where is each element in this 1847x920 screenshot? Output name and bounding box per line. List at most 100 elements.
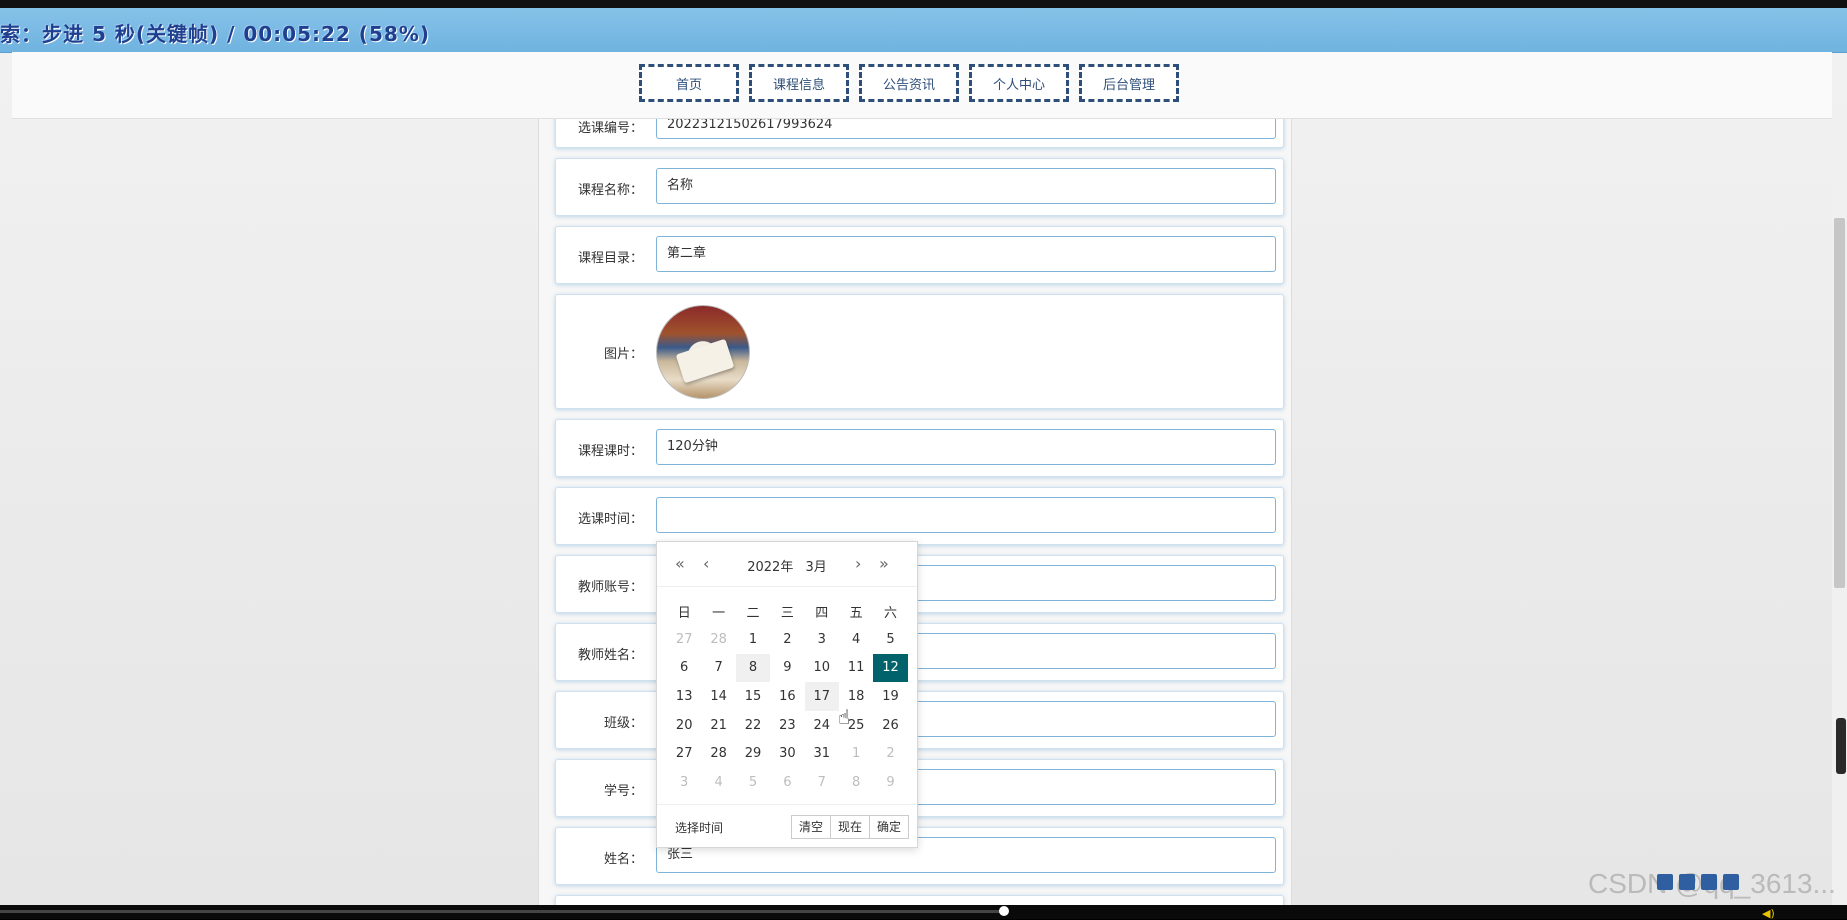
nav-announcements[interactable]: 公告资讯: [859, 64, 959, 102]
side-handle[interactable]: [1836, 718, 1846, 774]
tray-icon[interactable]: [1701, 874, 1717, 890]
form-row-next: [555, 895, 1284, 905]
field-label: 教师姓名：: [577, 648, 643, 663]
next-month-icon[interactable]: ›: [855, 554, 861, 573]
day-cell[interactable]: 4: [839, 625, 873, 654]
date-picker-buttons: 清空 现在 确定: [790, 815, 909, 839]
weekday-label: 一: [712, 606, 726, 621]
nav-admin[interactable]: 后台管理: [1079, 64, 1179, 102]
day-cell[interactable]: 21: [701, 711, 735, 740]
course-image[interactable]: [656, 305, 750, 399]
day-cell[interactable]: 6: [770, 768, 804, 797]
day-cell[interactable]: 6: [667, 654, 701, 683]
nav-menu: 首页 课程信息 公告资讯 个人中心 后台管理: [639, 64, 1179, 102]
tray-icon[interactable]: [1657, 874, 1673, 890]
weekday-label: 四: [815, 606, 829, 621]
volume-icon[interactable]: ◀): [1762, 907, 1775, 920]
day-cell[interactable]: 15: [736, 682, 770, 711]
next-year-icon[interactable]: »: [879, 554, 889, 573]
date-picker-header: « ‹ 2022年 3月 › »: [657, 542, 917, 587]
field-label: 选课编号：: [577, 121, 643, 136]
day-cell[interactable]: 28: [701, 625, 735, 654]
day-cell[interactable]: 29: [736, 739, 770, 768]
day-cell[interactable]: 3: [805, 625, 839, 654]
select-time-link[interactable]: 选择时间: [675, 819, 723, 836]
form-row-course-catalog: 课程目录： 第二章: [555, 226, 1284, 284]
nav-personal-center[interactable]: 个人中心: [969, 64, 1069, 102]
weekday-label: 五: [849, 606, 863, 621]
book-illustration: [675, 338, 735, 384]
scroll-thumb[interactable]: [1834, 218, 1845, 588]
browser-viewport: 索：步进 5 秒(关键帧) / 00:05:22 (58%) 选课编号： 202…: [0, 0, 1847, 905]
overlay-status-text: 索：步进 5 秒(关键帧) / 00:05:22 (58%): [0, 22, 430, 46]
field-label: 学号：: [603, 784, 643, 799]
day-cell[interactable]: 4: [701, 768, 735, 797]
nav-home[interactable]: 首页: [639, 64, 739, 102]
tray-icon[interactable]: [1723, 874, 1739, 890]
day-cell[interactable]: 22: [736, 711, 770, 740]
day-grid: 27 28 1 2 3 4 5 6 7 8 9 10 11 12 13 14 15 16 17 18 19 20 21 22 2…: [667, 625, 908, 797]
day-cell[interactable]: 2: [770, 625, 804, 654]
day-cell[interactable]: 11: [839, 654, 873, 683]
field-label: 教师账号：: [577, 580, 643, 595]
course-hours-input[interactable]: 120分钟: [656, 429, 1276, 465]
day-cell[interactable]: 5: [873, 625, 907, 654]
field-label: 图片：: [603, 347, 643, 362]
day-cell[interactable]: 26: [873, 711, 907, 740]
select-time-input[interactable]: [656, 497, 1276, 533]
confirm-button[interactable]: 确定: [868, 815, 909, 839]
day-cell[interactable]: 23: [770, 711, 804, 740]
tray-icon[interactable]: [1679, 874, 1695, 890]
progress-handle[interactable]: [999, 906, 1009, 916]
field-label: 课程课时：: [577, 444, 643, 459]
day-cell[interactable]: 30: [770, 739, 804, 768]
page-scrollbar[interactable]: [1832, 118, 1847, 905]
day-cell[interactable]: 14: [701, 682, 735, 711]
weekday-label: 三: [780, 606, 794, 621]
day-cell[interactable]: 8: [735, 653, 771, 683]
course-catalog-input[interactable]: 第二章: [656, 236, 1276, 272]
day-cell[interactable]: 16: [770, 682, 804, 711]
day-cell[interactable]: 12: [873, 653, 908, 683]
progress-track[interactable]: [0, 910, 1005, 913]
day-cell[interactable]: 2: [873, 739, 907, 768]
day-cell[interactable]: 7: [805, 768, 839, 797]
day-cell[interactable]: 13: [667, 682, 701, 711]
form-row-course-hours: 课程课时： 120分钟: [555, 419, 1284, 477]
day-cell[interactable]: 28: [701, 739, 735, 768]
day-cell[interactable]: 1: [839, 739, 873, 768]
field-label: 课程名称：: [577, 183, 643, 198]
day-cell[interactable]: 8: [839, 768, 873, 797]
nav-course-info[interactable]: 课程信息: [749, 64, 849, 102]
day-cell[interactable]: 7: [701, 654, 735, 683]
field-label: 姓名：: [603, 852, 643, 867]
month-label[interactable]: 3月: [805, 560, 826, 575]
day-cell[interactable]: 31: [805, 739, 839, 768]
clear-button[interactable]: 清空: [790, 815, 831, 839]
date-picker: « ‹ 2022年 3月 › » 日一二三四五六 27 28 1 2 3 4 5 6 7 8 9 10…: [656, 541, 918, 848]
day-cell[interactable]: 27: [667, 625, 701, 654]
day-cell[interactable]: 17: [804, 682, 839, 711]
now-button[interactable]: 现在: [829, 815, 870, 839]
field-label: 班级：: [603, 716, 643, 731]
weekday-label: 二: [746, 606, 760, 621]
date-picker-title: 2022年 3月: [657, 556, 917, 575]
day-cell[interactable]: 20: [667, 711, 701, 740]
day-cell[interactable]: 24: [805, 711, 839, 740]
course-name-input[interactable]: 名称: [656, 168, 1276, 204]
day-cell[interactable]: 27: [667, 739, 701, 768]
day-cell[interactable]: 9: [770, 654, 804, 683]
form-row-course-name: 课程名称： 名称: [555, 158, 1284, 216]
field-label: 选课时间：: [577, 512, 643, 527]
day-cell[interactable]: 5: [736, 768, 770, 797]
day-cell[interactable]: 3: [667, 768, 701, 797]
system-tray: [1657, 874, 1739, 890]
day-cell[interactable]: 9: [873, 768, 907, 797]
day-cell[interactable]: 10: [805, 654, 839, 683]
day-cell[interactable]: 1: [736, 625, 770, 654]
day-cell[interactable]: 19: [873, 682, 907, 711]
weekday-label: 六: [884, 606, 898, 621]
weekday-row: 日一二三四五六: [667, 602, 908, 621]
date-picker-footer: 选择时间 清空 现在 确定: [657, 804, 917, 848]
year-label[interactable]: 2022年: [747, 560, 793, 575]
